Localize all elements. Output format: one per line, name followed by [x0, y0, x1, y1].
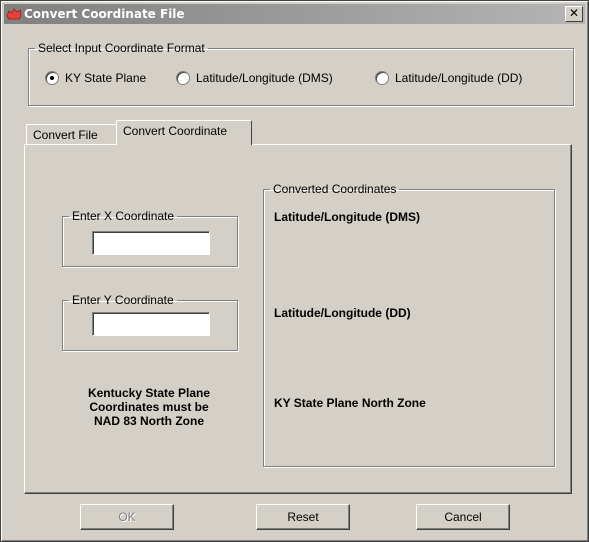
- y-coordinate-input[interactable]: [92, 312, 210, 336]
- radio-label: Latitude/Longitude (DMS): [196, 71, 333, 85]
- result-label-ky-state-plane: KY State Plane North Zone: [274, 396, 426, 410]
- reset-button[interactable]: Reset: [256, 504, 350, 530]
- converted-coordinates-legend: Converted Coordinates: [273, 182, 397, 196]
- tab-convert-file[interactable]: Convert File: [26, 124, 118, 145]
- tab-label: Convert Coordinate: [123, 124, 228, 138]
- x-coordinate-input[interactable]: [92, 231, 210, 255]
- radio-lat-long-dd[interactable]: Latitude/Longitude (DD): [375, 71, 522, 85]
- radio-ky-state-plane[interactable]: KY State Plane: [45, 71, 146, 85]
- note-line: Kentucky State Plane: [87, 386, 211, 400]
- cancel-button[interactable]: Cancel: [416, 504, 510, 530]
- ok-button[interactable]: OK: [80, 504, 174, 530]
- radio-lat-long-dms[interactable]: Latitude/Longitude (DMS): [176, 71, 333, 85]
- app-logo-icon: [6, 8, 22, 20]
- note-line: Coordinates must be: [89, 400, 209, 414]
- converted-coordinates-group: Converted Coordinates: [263, 182, 555, 467]
- convert-coordinate-panel: Enter X Coordinate Enter Y Coordinate Ke…: [24, 144, 572, 494]
- note-line: NAD 83 North Zone: [93, 414, 204, 428]
- tab-convert-coordinate[interactable]: Convert Coordinate: [116, 120, 252, 145]
- radio-button-icon[interactable]: [45, 71, 59, 85]
- x-coordinate-legend: Enter X Coordinate: [72, 209, 175, 223]
- close-icon: ✕: [568, 6, 580, 20]
- window-title: Convert Coordinate File: [24, 7, 185, 21]
- nad83-note: Kentucky State Plane Coordinates must be…: [55, 386, 243, 428]
- radio-button-icon[interactable]: [176, 71, 190, 85]
- result-label-dms: Latitude/Longitude (DMS): [274, 210, 420, 224]
- radio-label: KY State Plane: [65, 71, 147, 85]
- result-label-dd: Latitude/Longitude (DD): [274, 306, 411, 320]
- radio-label: Latitude/Longitude (DD): [395, 71, 523, 85]
- close-button[interactable]: ✕: [565, 6, 583, 22]
- radio-button-icon[interactable]: [375, 71, 389, 85]
- dialog-window: Convert Coordinate File ✕ Select Input C…: [0, 0, 589, 542]
- title-bar[interactable]: Convert Coordinate File ✕: [4, 4, 585, 24]
- y-coordinate-legend: Enter Y Coordinate: [72, 293, 174, 307]
- input-format-legend: Select Input Coordinate Format: [38, 41, 205, 55]
- tab-label: Convert File: [33, 128, 98, 142]
